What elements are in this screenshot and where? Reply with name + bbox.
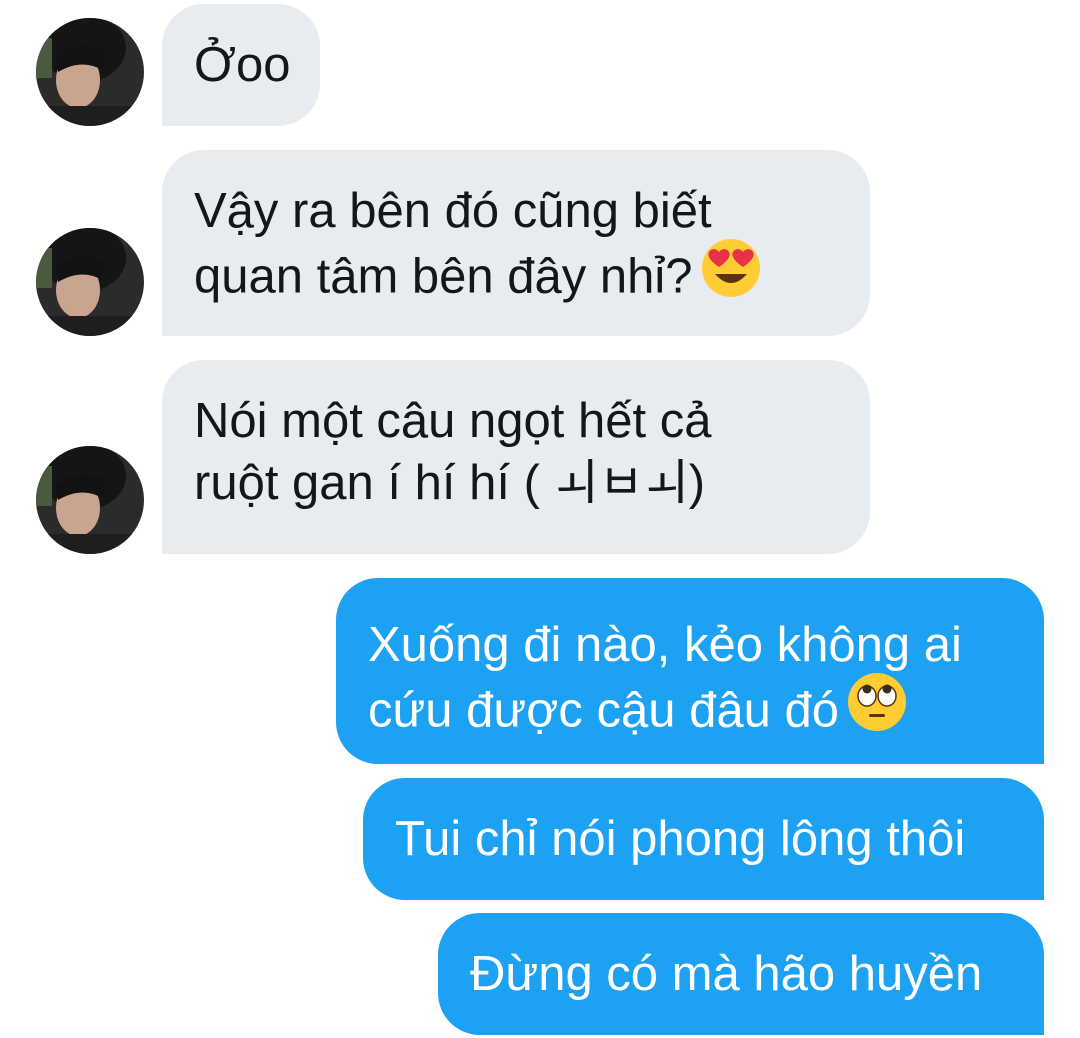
contact-avatar[interactable] <box>36 446 144 554</box>
message-text-line: cứu được cậu đâu đó <box>368 673 1044 751</box>
message-text-line: Xuống đi nào, kẻo không ai <box>368 618 962 672</box>
outgoing-message-bubble[interactable]: Tui chỉ nói phong lông thôi <box>363 778 1044 900</box>
contact-avatar[interactable] <box>36 18 144 126</box>
heart-eyes-emoji-icon <box>701 238 761 313</box>
eye-roll-emoji-icon <box>847 672 907 747</box>
incoming-message-bubble[interactable]: Nói một câu ngọt hết cả ruột gan í hí hí… <box>162 360 870 554</box>
contact-avatar[interactable] <box>36 228 144 336</box>
outgoing-message-bubble[interactable]: Xuống đi nào, kẻo không ai cứu được cậu … <box>336 578 1044 764</box>
incoming-message-bubble[interactable]: Ởoo <box>162 4 320 126</box>
message-text: quan tâm bên đây nhỉ? <box>194 249 693 304</box>
outgoing-message-bubble[interactable]: Đừng có mà hão huyền <box>438 913 1044 1035</box>
message-text-line: ruột gan í hí hí ( ㅚㅂㅚ) <box>194 456 706 510</box>
message-text: Ởoo <box>194 38 291 92</box>
message-thread: Ởoo Vậy ra bên đó cũng biết quan tâm bên… <box>0 0 1080 1038</box>
message-text: Đừng có mà hão huyền <box>470 947 983 1001</box>
message-text: cứu được cậu đâu đó <box>368 683 839 738</box>
incoming-message-bubble[interactable]: Vậy ra bên đó cũng biết quan tâm bên đây… <box>162 150 870 336</box>
message-text: Tui chỉ nói phong lông thôi <box>395 812 966 866</box>
message-text-line: Vậy ra bên đó cũng biết <box>194 184 712 238</box>
message-text-line: Nói một câu ngọt hết cả <box>194 394 712 448</box>
message-text-line: quan tâm bên đây nhỉ? <box>194 239 870 317</box>
